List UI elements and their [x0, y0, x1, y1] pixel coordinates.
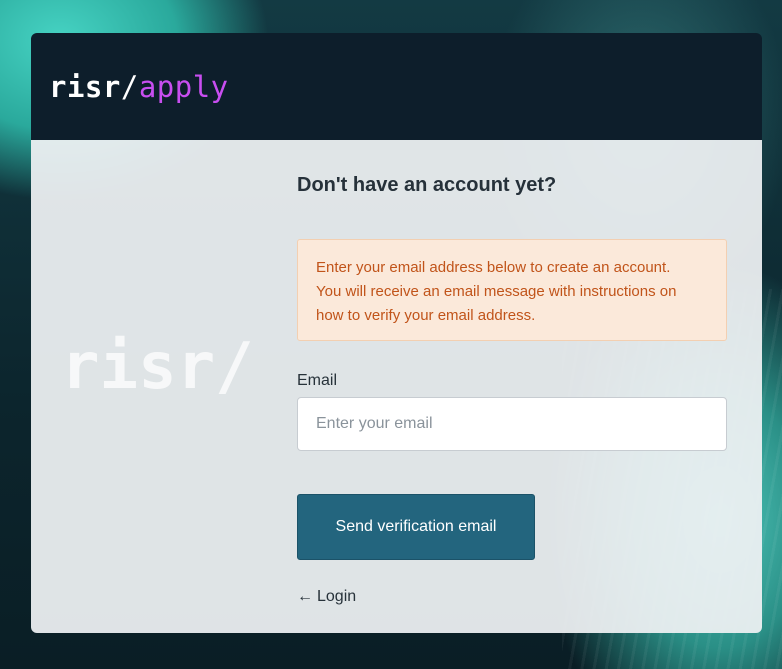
logo-slash: /: [120, 69, 139, 104]
card-body: risr/ Don't have an account yet? Enter y…: [31, 140, 762, 633]
info-alert: Enter your email address below to create…: [297, 239, 727, 341]
card-header: risr/apply: [31, 33, 762, 140]
email-label: Email: [297, 372, 338, 389]
alert-line: how to verify your email address.: [316, 307, 536, 324]
login-link[interactable]: ← Login: [297, 588, 356, 606]
email-field[interactable]: [297, 397, 727, 451]
login-label: Login: [317, 588, 357, 605]
alert-line: Enter your email address below to create…: [316, 259, 671, 276]
risr-apply-logo: risr/apply: [49, 70, 229, 104]
page-title: Don't have an account yet?: [297, 174, 557, 196]
alert-line: You will receive an email message with i…: [316, 283, 677, 300]
signup-card: risr/apply risr/ Don't have an account y…: [31, 33, 762, 633]
send-verification-button[interactable]: Send verification email: [297, 494, 535, 560]
arrow-left-icon: ←: [297, 588, 313, 605]
risr-watermark-logo: risr/: [61, 330, 254, 404]
logo-app: apply: [138, 69, 229, 104]
logo-brand: risr: [49, 69, 121, 104]
